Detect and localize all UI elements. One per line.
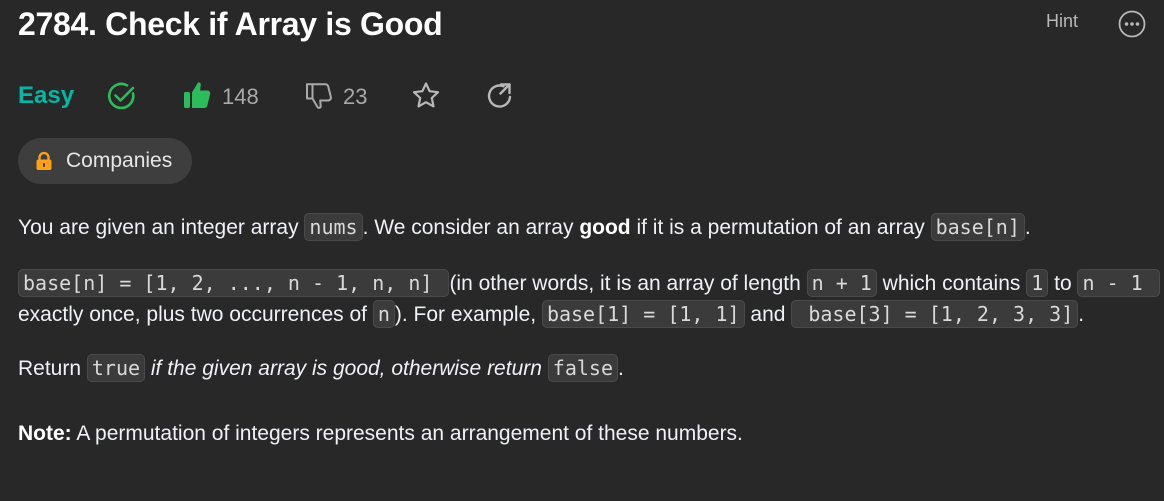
problem-meta-row: Easy 148 23: [18, 78, 538, 114]
code-true: true: [86, 354, 146, 382]
companies-button[interactable]: Companies: [18, 138, 192, 184]
share-icon[interactable]: [484, 80, 516, 112]
code-n-plus-1: n + 1: [806, 269, 877, 297]
bold-good: good: [579, 216, 631, 239]
code-nums: nums: [304, 213, 363, 241]
star-icon[interactable]: [410, 80, 442, 112]
more-options-icon[interactable]: [1118, 10, 1146, 38]
like-count: 148: [222, 84, 259, 109]
code-n: n: [372, 300, 395, 328]
code-one: 1: [1026, 269, 1049, 297]
code-n-minus-1: n - 1: [1077, 269, 1160, 297]
note-paragraph: Note: A permutation of integers represen…: [18, 422, 743, 445]
companies-label: Companies: [66, 149, 173, 172]
problem-description: You are given an integer array nums. We …: [18, 212, 1160, 449]
hint-button[interactable]: Hint: [1046, 11, 1078, 32]
code-false: false: [547, 354, 618, 382]
code-example-base-1: base[1] = [1, 1]: [541, 300, 745, 328]
description-paragraph: Return true if the given array is good, …: [18, 354, 624, 382]
difficulty-badge: Easy: [18, 82, 75, 109]
code-example-base-3: base[3] = [1, 2, 3, 3]: [791, 300, 1079, 328]
thumbs-down-icon[interactable]: [304, 81, 334, 111]
thumbs-up-icon[interactable]: [182, 80, 212, 110]
code-base-definition: base[n] = [1, 2, ..., n - 1, n, n]: [18, 269, 450, 297]
check-circle-icon: [107, 82, 135, 110]
lock-icon: [36, 151, 52, 170]
code-base-n: base[n]: [930, 213, 1025, 241]
italic-return-text: if the given array is good, otherwise re…: [150, 357, 542, 380]
description-paragraph: base[n] = [1, 2, ..., n - 1, n, n] (in o…: [18, 268, 1160, 330]
problem-title: 2784. Check if Array is Good: [18, 6, 443, 42]
note-label: Note:: [18, 422, 72, 445]
dislike-count: 23: [343, 84, 368, 109]
description-paragraph: You are given an integer array nums. We …: [18, 213, 1031, 241]
